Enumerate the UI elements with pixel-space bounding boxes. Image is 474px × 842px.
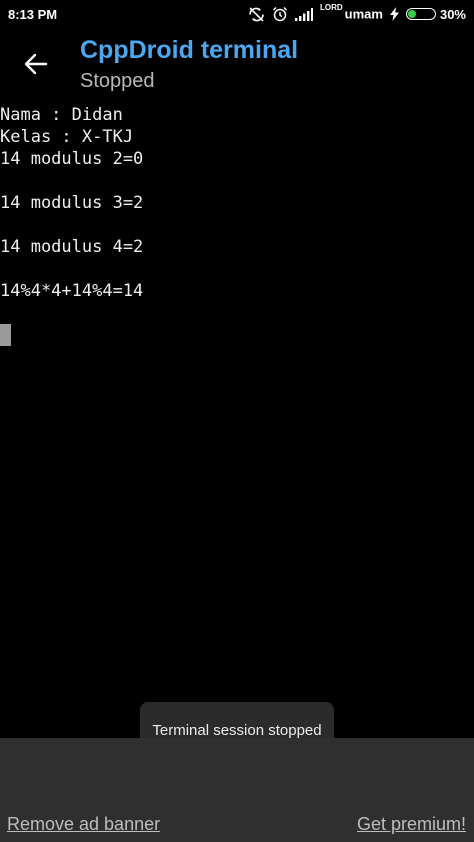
battery-body bbox=[405, 8, 436, 20]
carrier-sup: LORD bbox=[320, 3, 343, 13]
back-button[interactable] bbox=[20, 48, 52, 80]
remove-ad-banner-link[interactable]: Remove ad banner bbox=[7, 814, 160, 835]
alarm-icon bbox=[272, 6, 288, 22]
sync-off-icon bbox=[248, 6, 265, 22]
app-bar: CppDroid terminal Stopped bbox=[0, 28, 474, 100]
terminal-line: 14%4*4+14%4=14 bbox=[0, 281, 144, 301]
app-title: CppDroid terminal bbox=[80, 36, 299, 64]
ad-banner-bar: Remove ad banner Get premium! bbox=[0, 738, 474, 842]
terminal-cursor bbox=[0, 324, 11, 346]
signal-icon bbox=[295, 7, 313, 21]
carrier-name: LORD umam bbox=[320, 3, 383, 22]
battery-percent: 30% bbox=[439, 6, 466, 22]
status-icons: LORD umam 30% bbox=[248, 3, 474, 22]
back-arrow-icon bbox=[24, 53, 48, 75]
terminal-line: 14 modulus 3=2 bbox=[0, 193, 144, 213]
carrier-label: umam bbox=[344, 6, 383, 22]
terminal-output[interactable]: Nama : Didan Kelas : X-TKJ 14 modulus 2=… bbox=[0, 104, 474, 734]
terminal-line: Kelas : X-TKJ bbox=[0, 127, 134, 147]
status-bar: 8:13 PM LORD umam 30% bbox=[0, 0, 474, 28]
battery-icon: 30% bbox=[405, 6, 466, 22]
app-subtitle: Stopped bbox=[80, 70, 155, 92]
status-time: 8:13 PM bbox=[8, 6, 58, 22]
terminal-line: 14 modulus 2=0 bbox=[0, 149, 144, 169]
get-premium-link[interactable]: Get premium! bbox=[357, 814, 466, 835]
terminal-line: 14 modulus 4=2 bbox=[0, 237, 144, 257]
terminal-line: Nama : Didan bbox=[0, 105, 123, 125]
charging-icon bbox=[389, 7, 399, 21]
battery-fill bbox=[407, 10, 417, 18]
